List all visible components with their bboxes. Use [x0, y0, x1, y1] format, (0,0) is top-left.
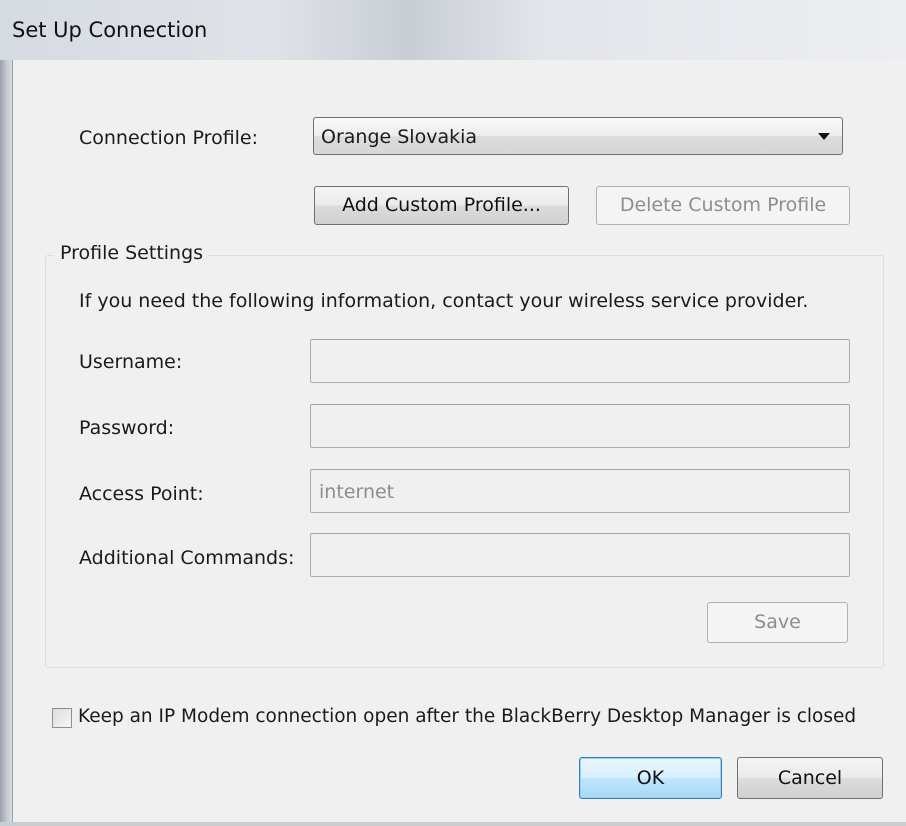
cancel-button[interactable]: Cancel	[737, 757, 883, 799]
set-up-connection-dialog: Set Up Connection Connection Profile: Or…	[0, 0, 906, 826]
window-frame-edge	[0, 60, 12, 826]
access-point-label: Access Point:	[79, 483, 204, 505]
access-point-value: internet	[319, 481, 395, 503]
dropdown-arrow-icon	[818, 133, 830, 140]
connection-profile-label: Connection Profile:	[79, 127, 259, 149]
profile-settings-legend: Profile Settings	[54, 242, 210, 264]
username-field[interactable]	[310, 339, 850, 383]
dialog-body: Connection Profile: Orange Slovakia Add …	[12, 60, 906, 822]
delete-custom-profile-button[interactable]: Delete Custom Profile	[596, 186, 850, 225]
additional-commands-label: Additional Commands:	[79, 547, 295, 569]
window-frame-bottom	[0, 822, 906, 826]
title-bar[interactable]: Set Up Connection	[0, 0, 906, 60]
provider-info-text: If you need the following information, c…	[79, 290, 809, 312]
password-field[interactable]	[310, 404, 850, 448]
password-label: Password:	[79, 417, 175, 439]
keep-connection-open-checkbox[interactable]	[52, 708, 72, 728]
access-point-field[interactable]: internet	[310, 469, 850, 513]
ok-button[interactable]: OK	[579, 757, 722, 799]
connection-profile-value: Orange Slovakia	[321, 126, 478, 148]
connection-profile-dropdown[interactable]: Orange Slovakia	[313, 117, 843, 155]
username-label: Username:	[79, 351, 183, 373]
dialog-title: Set Up Connection	[12, 18, 208, 42]
save-button[interactable]: Save	[707, 602, 848, 643]
additional-commands-field[interactable]	[310, 533, 850, 577]
keep-connection-open-label[interactable]: Keep an IP Modem connection open after t…	[78, 706, 856, 727]
add-custom-profile-button[interactable]: Add Custom Profile...	[314, 186, 569, 225]
